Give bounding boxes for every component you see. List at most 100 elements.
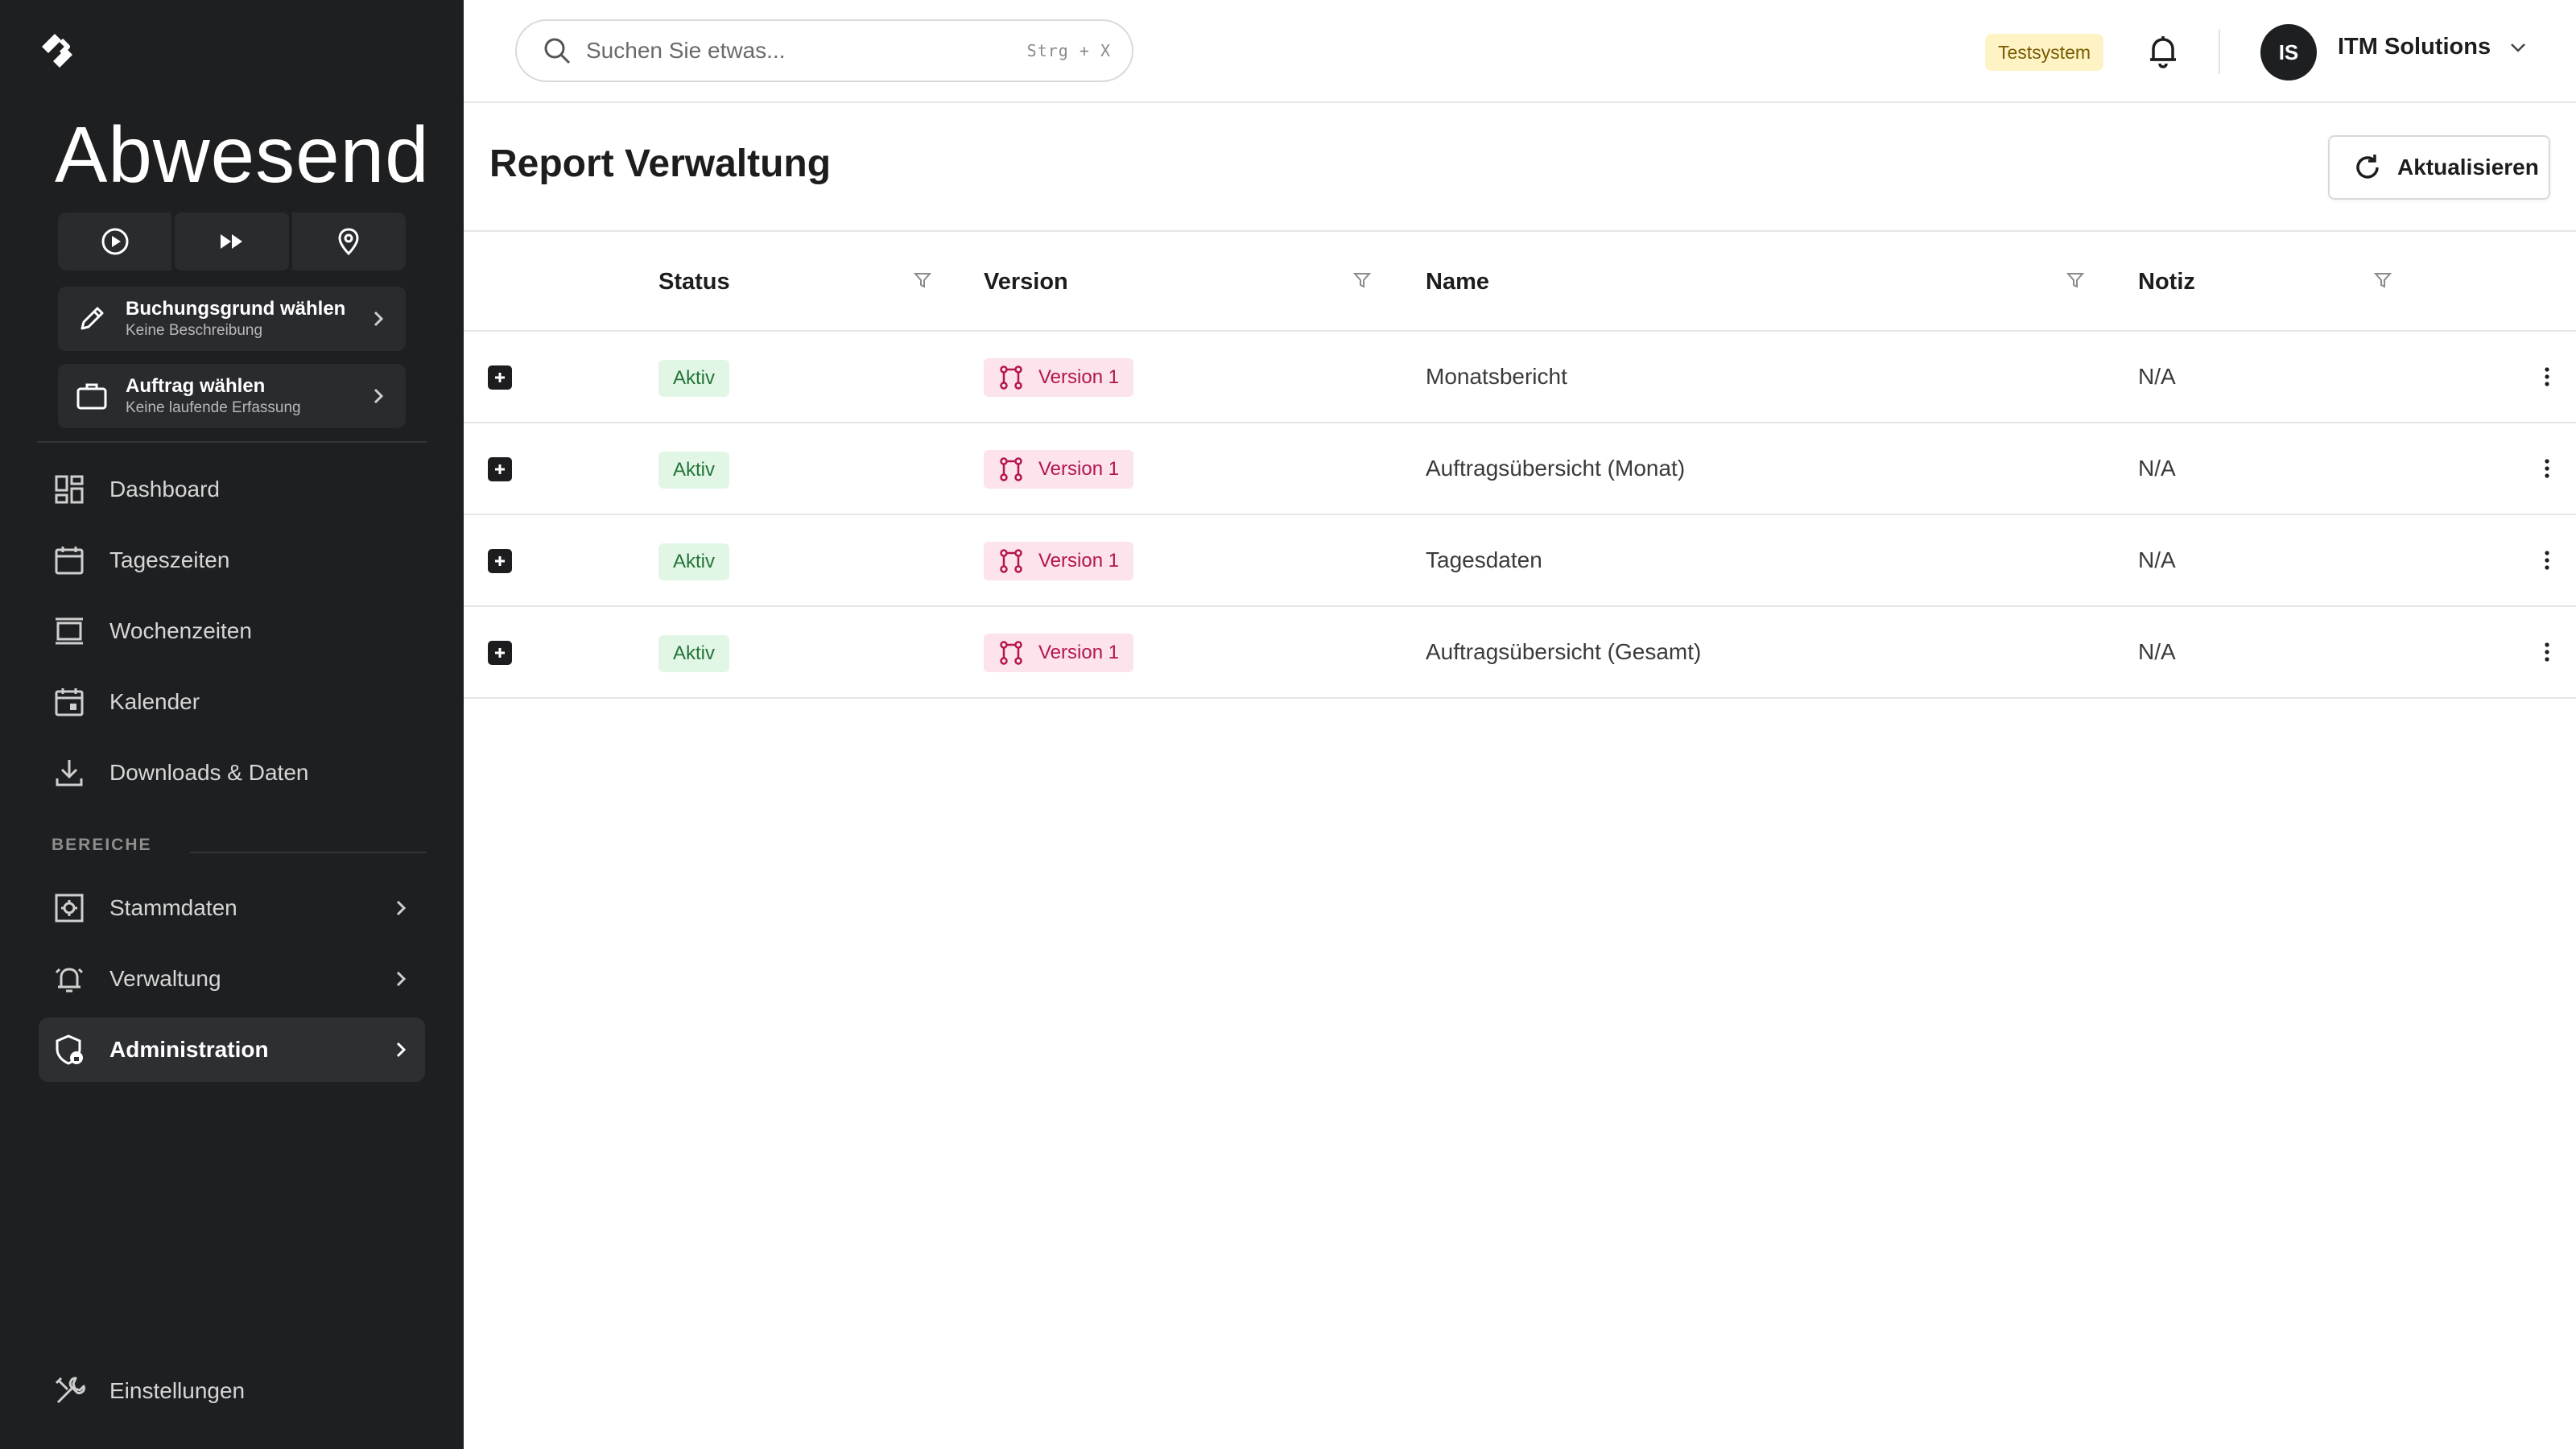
sidebar-item-einstellungen[interactable]: Einstellungen xyxy=(39,1359,425,1423)
sidebar-item-downloads[interactable]: Downloads & Daten xyxy=(39,741,425,805)
column-header-version[interactable]: Version xyxy=(984,232,1068,332)
version-branch-icon xyxy=(998,639,1026,667)
booking-reason-title: Buchungsgrund wählen xyxy=(126,298,346,320)
version-label: Version 1 xyxy=(1038,458,1120,480)
page-title: Report Verwaltung xyxy=(489,142,832,185)
order-select-title: Auftrag wählen xyxy=(126,375,266,397)
expand-row-icon[interactable] xyxy=(488,549,512,573)
filter-icon[interactable] xyxy=(2062,267,2088,293)
filter-icon[interactable] xyxy=(1349,267,1375,293)
global-search[interactable]: Suchen Sie etwas... Strg + X xyxy=(515,19,1133,82)
report-name: Monatsbericht xyxy=(1426,364,1567,389)
sidebar-item-label: Stammdaten xyxy=(109,895,237,920)
version-branch-icon xyxy=(998,364,1026,391)
expand-row-icon[interactable] xyxy=(488,365,512,390)
search-icon xyxy=(543,35,575,67)
filter-icon[interactable] xyxy=(2370,267,2396,293)
sidebar-item-label: Kalender xyxy=(109,689,200,714)
sidebar-item-verwaltung[interactable]: Verwaltung xyxy=(39,947,425,1011)
version-label: Version 1 xyxy=(1038,366,1120,388)
refresh-icon xyxy=(2352,151,2384,184)
sidebar-item-label: Wochenzeiten xyxy=(109,618,252,643)
chevron-right-icon xyxy=(362,386,394,406)
master-data-icon xyxy=(53,892,85,924)
filter-icon[interactable] xyxy=(910,267,935,293)
status-badge: Aktiv xyxy=(658,360,730,397)
table-row[interactable]: Aktiv Version 1 Auftragsübersicht (Gesam… xyxy=(464,607,2576,699)
table-row[interactable]: Aktiv Version 1 Monatsbericht N/A xyxy=(464,332,2576,423)
sidebar-item-kalender[interactable]: Kalender xyxy=(39,670,425,734)
app-logo[interactable] xyxy=(37,31,77,71)
column-header-status[interactable]: Status xyxy=(658,232,730,332)
table-row[interactable]: Aktiv Version 1 Tagesdaten N/A xyxy=(464,515,2576,607)
refresh-button[interactable]: Aktualisieren xyxy=(2328,135,2550,200)
sidebar-item-label: Dashboard xyxy=(109,477,220,502)
start-button[interactable] xyxy=(58,213,172,270)
row-menu-icon[interactable] xyxy=(2533,362,2562,391)
column-header-notiz[interactable]: Notiz xyxy=(2138,232,2195,332)
chevron-right-icon xyxy=(391,1040,411,1059)
sidebar-item-dashboard[interactable]: Dashboard xyxy=(39,457,425,522)
version-label: Version 1 xyxy=(1038,642,1120,663)
header-separator xyxy=(2219,29,2220,74)
sidebar-item-administration[interactable]: Administration xyxy=(39,1018,425,1082)
shield-lock-icon xyxy=(53,1034,85,1066)
time-controls xyxy=(58,213,406,270)
location-button[interactable] xyxy=(291,213,406,270)
dashboard-icon xyxy=(53,473,85,506)
notifications-button[interactable] xyxy=(2143,31,2183,72)
table-header: Status Version Name Notiz xyxy=(464,230,2576,332)
skip-button[interactable] xyxy=(175,213,289,270)
bell-icon xyxy=(2150,36,2176,68)
row-menu-icon[interactable] xyxy=(2533,638,2562,667)
sidebar-item-label: Einstellungen xyxy=(109,1378,246,1403)
report-note: N/A xyxy=(2138,639,2176,664)
version-badge[interactable]: Version 1 xyxy=(984,450,1134,489)
week-view-icon xyxy=(53,615,85,647)
version-badge[interactable]: Version 1 xyxy=(984,358,1134,397)
environment-badge: Testsystem xyxy=(1985,34,2104,71)
report-table: Status Version Name Notiz Aktiv Version … xyxy=(464,230,2576,699)
location-pin-icon xyxy=(338,228,359,256)
fast-forward-icon xyxy=(220,234,242,249)
presence-status-title: Abwesend xyxy=(55,110,430,199)
report-note: N/A xyxy=(2138,364,2176,389)
sidebar-item-label: Administration xyxy=(109,1037,269,1062)
sidebar-divider xyxy=(37,441,427,443)
order-select-card[interactable]: Auftrag wählen Keine laufende Erfassung xyxy=(58,364,406,428)
report-note: N/A xyxy=(2138,456,2176,481)
calendar-icon xyxy=(53,686,85,718)
booking-reason-card[interactable]: Buchungsgrund wählen Keine Beschreibung xyxy=(58,287,406,351)
sidebar-item-stammdaten[interactable]: Stammdaten xyxy=(39,876,425,940)
account-menu[interactable]: ITM Solutions xyxy=(2338,34,2528,60)
sidebar-item-tageszeiten[interactable]: Tageszeiten xyxy=(39,528,425,592)
chevron-right-icon xyxy=(362,309,394,328)
version-badge[interactable]: Version 1 xyxy=(984,542,1134,580)
report-note: N/A xyxy=(2138,547,2176,572)
sidebar-item-label: Verwaltung xyxy=(109,966,221,991)
search-input[interactable]: Suchen Sie etwas... xyxy=(586,38,1027,64)
briefcase-icon xyxy=(74,378,109,414)
order-select-subtitle: Keine laufende Erfassung xyxy=(126,399,301,416)
row-menu-icon[interactable] xyxy=(2533,546,2562,575)
expand-row-icon[interactable] xyxy=(488,641,512,665)
chevron-down-icon xyxy=(2511,43,2525,52)
version-badge[interactable]: Version 1 xyxy=(984,634,1134,672)
version-branch-icon xyxy=(998,547,1026,575)
report-name: Auftragsübersicht (Gesamt) xyxy=(1426,639,1702,664)
search-shortcut-hint: Strg + X xyxy=(1026,41,1111,60)
version-branch-icon xyxy=(998,456,1026,483)
chevron-right-icon xyxy=(391,898,411,918)
section-label-bereiche: BEREICHE xyxy=(52,836,152,854)
bell-alert-icon xyxy=(53,963,85,995)
expand-row-icon[interactable] xyxy=(488,457,512,481)
status-badge: Aktiv xyxy=(658,452,730,489)
play-circle-icon xyxy=(101,228,129,255)
table-row[interactable]: Aktiv Version 1 Auftragsübersicht (Monat… xyxy=(464,423,2576,515)
row-menu-icon[interactable] xyxy=(2533,454,2562,483)
top-header: Suchen Sie etwas... Strg + X Testsystem … xyxy=(464,0,2576,103)
version-label: Version 1 xyxy=(1038,550,1120,572)
avatar[interactable]: IS xyxy=(2260,24,2317,80)
column-header-name[interactable]: Name xyxy=(1426,232,1489,332)
sidebar-item-wochenzeiten[interactable]: Wochenzeiten xyxy=(39,599,425,663)
